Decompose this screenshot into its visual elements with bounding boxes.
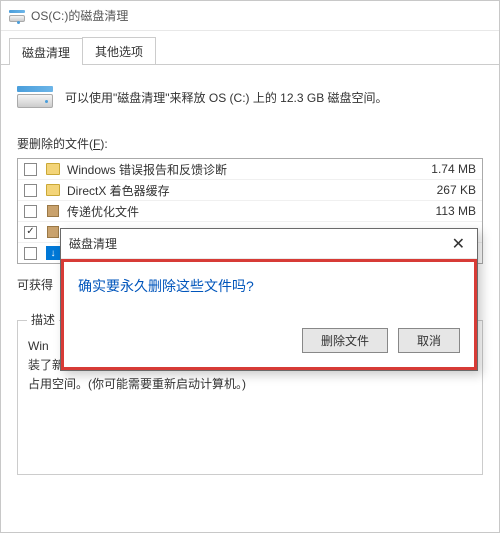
dialog-message: 确实要永久删除这些文件吗? — [78, 276, 460, 296]
file-size: 267 KB — [406, 183, 476, 197]
window-title: OS(C:)的磁盘清理 — [31, 7, 128, 24]
file-name: DirectX 着色器缓存 — [67, 182, 406, 199]
box-icon — [45, 203, 61, 219]
file-name: 传递优化文件 — [67, 203, 406, 220]
tab-disk-cleanup[interactable]: 磁盘清理 — [9, 38, 83, 65]
checkbox[interactable] — [24, 205, 37, 218]
description-label: 描述 — [27, 311, 59, 328]
folder-icon — [45, 182, 61, 198]
window-titlebar: OS(C:)的磁盘清理 — [1, 1, 499, 31]
file-row[interactable]: DirectX 着色器缓存 267 KB — [18, 180, 482, 201]
obtainable-label: 可获得 — [17, 278, 53, 292]
close-icon[interactable]: ✕ — [448, 234, 469, 254]
label-suffix: ): — [100, 137, 107, 151]
delete-files-button[interactable]: 删除文件 — [302, 328, 388, 353]
disk-cleanup-icon — [17, 79, 53, 115]
checkbox[interactable] — [24, 226, 37, 239]
file-row[interactable]: 传递优化文件 113 MB — [18, 201, 482, 222]
dialog-title: 磁盘清理 — [69, 235, 117, 252]
cancel-button[interactable]: 取消 — [398, 328, 460, 353]
download-icon: ↓ — [45, 245, 61, 261]
tab-more-options[interactable]: 其他选项 — [82, 37, 156, 64]
dialog-body: 确实要永久删除这些文件吗? 删除文件 取消 — [61, 259, 477, 370]
info-text: 可以使用"磁盘清理"来释放 OS (C:) 上的 12.3 GB 磁盘空间。 — [65, 89, 388, 106]
description-prefix: Win — [28, 339, 49, 353]
checkbox[interactable] — [24, 247, 37, 260]
file-size: 1.74 MB — [406, 162, 476, 176]
info-row: 可以使用"磁盘清理"来释放 OS (C:) 上的 12.3 GB 磁盘空间。 — [17, 79, 483, 115]
dialog-button-row: 删除文件 取消 — [78, 328, 460, 353]
disk-icon — [9, 8, 25, 24]
tab-bar: 磁盘清理 其他选项 — [1, 31, 499, 65]
file-row[interactable]: Windows 错误报告和反馈诊断 1.74 MB — [18, 159, 482, 180]
folder-icon — [45, 161, 61, 177]
files-to-delete-label: 要删除的文件(F): — [17, 135, 483, 152]
confirm-dialog: 磁盘清理 ✕ 确实要永久删除这些文件吗? 删除文件 取消 — [60, 228, 478, 371]
file-name: Windows 错误报告和反馈诊断 — [67, 161, 406, 178]
dialog-titlebar: 磁盘清理 ✕ — [61, 229, 477, 259]
box-icon — [45, 224, 61, 240]
checkbox[interactable] — [24, 163, 37, 176]
label-prefix: 要删除的文件( — [17, 137, 93, 151]
file-size: 113 MB — [406, 204, 476, 218]
checkbox[interactable] — [24, 184, 37, 197]
